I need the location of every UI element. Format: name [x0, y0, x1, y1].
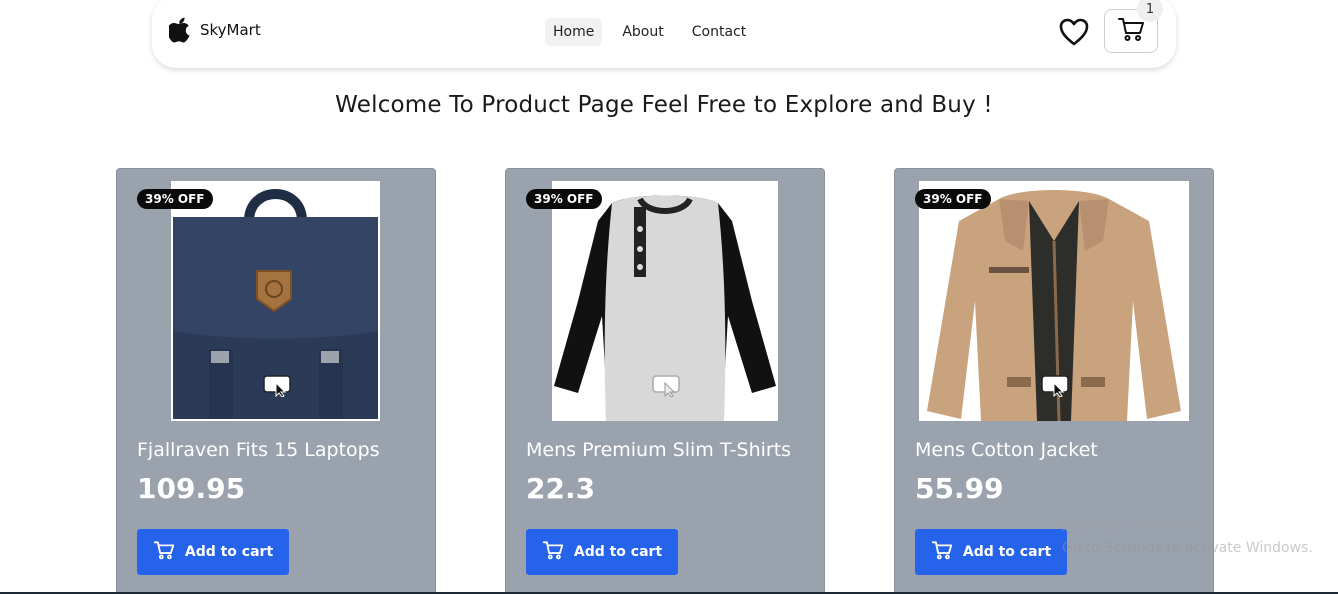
- welcome-heading: Welcome To Product Page Feel Free to Exp…: [335, 92, 993, 118]
- add-to-cart-label: Add to cart: [962, 544, 1052, 560]
- play-cursor-icon: [263, 375, 291, 397]
- discount-badge: 39% OFF: [137, 189, 213, 209]
- apple-logo-icon: [168, 16, 192, 44]
- nav-link-home[interactable]: Home: [545, 18, 603, 46]
- product-card: 39% OFF Fjallraven Fits 15 Laptops 109.9…: [116, 168, 436, 594]
- windows-activation-watermark-subtitle: Go to Settings to activate Windows.: [1062, 540, 1313, 556]
- add-to-cart-button[interactable]: Add to cart: [526, 529, 678, 575]
- discount-badge: 39% OFF: [915, 189, 991, 209]
- add-to-cart-button[interactable]: Add to cart: [915, 529, 1067, 575]
- product-title[interactable]: Mens Cotton Jacket: [915, 439, 1098, 461]
- product-price: 22.3: [526, 472, 596, 505]
- nav-links: Home About Contact: [545, 18, 754, 46]
- brand[interactable]: SkyMart: [168, 16, 261, 44]
- product-price: 109.95: [137, 472, 246, 505]
- add-to-cart-label: Add to cart: [184, 544, 274, 560]
- nav-link-about[interactable]: About: [614, 18, 671, 46]
- product-price: 55.99: [915, 472, 1004, 505]
- cart-icon: [1117, 16, 1145, 46]
- product-page: SkyMart Home About Contact 1 Welcome To …: [0, 0, 1338, 594]
- heart-icon[interactable]: [1058, 16, 1090, 48]
- product-card: 39% OFF Mens Premium Slim T-Shirts 22.3 …: [505, 168, 825, 594]
- nav-link-contact[interactable]: Contact: [684, 18, 754, 46]
- cart-count-badge: 1: [1137, 0, 1163, 22]
- discount-badge: 39% OFF: [526, 189, 602, 209]
- cart-icon: [931, 540, 953, 564]
- navbar: SkyMart Home About Contact 1: [152, 0, 1176, 68]
- play-cursor-icon: [1041, 375, 1069, 397]
- cart-icon: [542, 540, 564, 564]
- play-cursor-icon: [652, 375, 680, 397]
- product-title[interactable]: Fjallraven Fits 15 Laptops: [137, 439, 380, 461]
- add-to-cart-button[interactable]: Add to cart: [137, 529, 289, 575]
- product-title[interactable]: Mens Premium Slim T-Shirts: [526, 439, 791, 461]
- add-to-cart-label: Add to cart: [573, 544, 663, 560]
- cart-icon: [153, 540, 175, 564]
- brand-name: SkyMart: [200, 21, 261, 39]
- windows-activation-watermark-title: Activate Windows: [1062, 516, 1213, 536]
